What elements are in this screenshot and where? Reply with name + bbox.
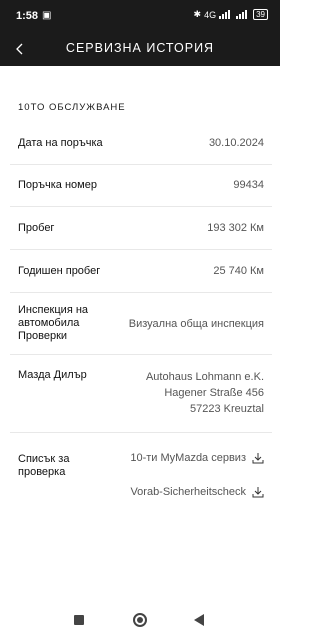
dealer-address: Autohaus Lohmann e.K. Hagener Straße 456… xyxy=(145,371,264,415)
wifi-signal-icon xyxy=(236,10,250,19)
detail-row-annual-mileage: Годишен пробег 25 740 Км xyxy=(10,250,272,293)
row-value: 25 740 Км xyxy=(213,265,264,277)
detail-row-order-date: Дата на поръчка 30.10.2024 xyxy=(10,123,272,165)
network-label: 4G xyxy=(204,9,217,20)
download-link[interactable]: Vorab-Sicherheitscheck xyxy=(130,486,264,498)
row-value: 30.10.2024 xyxy=(208,137,264,149)
detail-row-inspection: Инспекция на автомобила Проверки Визуалн… xyxy=(10,293,272,355)
status-icons: ✱ 4G 39 xyxy=(194,9,268,20)
battery-icon: 39 xyxy=(253,9,268,20)
row-label: Списък за проверка xyxy=(18,453,70,478)
section-title: 10ТО ОБСЛУЖВАНЕ xyxy=(18,102,126,113)
download-icon[interactable] xyxy=(252,452,264,464)
row-label: Инспекция на автомобила Проверки xyxy=(18,304,89,342)
system-nav-bar xyxy=(0,600,280,637)
back-triangle-icon[interactable] xyxy=(194,614,204,626)
recent-apps-icon[interactable] xyxy=(74,615,84,625)
notification-icon: ▣ xyxy=(42,10,52,21)
detail-row-mileage: Пробег 193 302 Км xyxy=(10,207,272,250)
status-bar: 1:58 ▣ ✱ 4G 39 xyxy=(0,0,280,32)
detail-row-order-number: Поръчка номер 99434 xyxy=(10,165,272,207)
row-label: Пробег xyxy=(18,222,55,234)
document-label[interactable]: Vorab-Sicherheitscheck xyxy=(130,486,246,498)
status-time: 1:58 xyxy=(16,10,39,22)
detail-row-dealer: Мазда Дилър Autohaus Lohmann e.K. Hagene… xyxy=(10,355,272,433)
page-title: СЕРВИЗНА ИСТОРИЯ xyxy=(65,41,215,55)
document-label[interactable]: 10-ти MyMazda сервиз xyxy=(130,452,246,464)
row-label: Годишен пробег xyxy=(18,265,101,277)
row-label: Мазда Дилър xyxy=(18,369,87,381)
row-label: Поръчка номер xyxy=(18,179,97,191)
row-value: 99434 xyxy=(233,179,264,191)
signal-icon xyxy=(219,10,233,19)
app-bar: СЕРВИЗНА ИСТОРИЯ xyxy=(0,32,280,66)
detail-row-checklist: Списък за проверка 10-ти MyMazda сервиз … xyxy=(10,433,272,523)
home-icon[interactable] xyxy=(133,613,147,627)
row-label: Дата на поръчка xyxy=(18,137,103,149)
row-value: Визуална обща инспекция xyxy=(128,318,264,330)
download-icon[interactable] xyxy=(252,486,264,498)
bluetooth-icon: ✱ xyxy=(193,9,202,19)
row-value: 193 302 Км xyxy=(207,222,264,234)
download-link[interactable]: 10-ти MyMazda сервиз xyxy=(130,452,264,464)
